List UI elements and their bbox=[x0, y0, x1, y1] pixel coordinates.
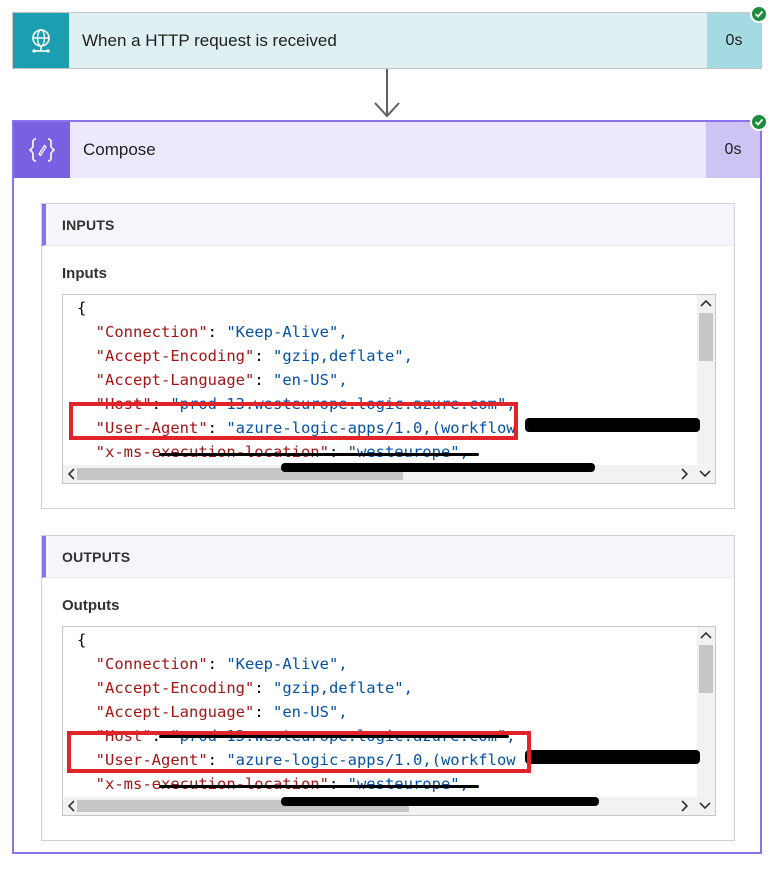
compose-card: Compose 0s INPUTS Inputs { "Connection":… bbox=[12, 120, 762, 854]
json-key: "x-ms-execution-location" bbox=[95, 443, 329, 461]
flow-arrow-icon bbox=[374, 69, 400, 118]
scroll-down-icon[interactable] bbox=[697, 797, 713, 815]
code-line: "Accept-Encoding": "gzip,deflate", bbox=[95, 679, 413, 697]
json-key: "x-ms-execution-location" bbox=[95, 775, 329, 793]
json-value: "gzip,deflate", bbox=[272, 347, 413, 365]
json-key: "Accept-Language" bbox=[95, 703, 255, 721]
code-line: "Connection": "Keep-Alive", bbox=[95, 323, 348, 341]
success-check-icon bbox=[750, 113, 768, 131]
outputs-code-box[interactable]: { "Connection": "Keep-Alive", "Accept-En… bbox=[62, 626, 716, 816]
json-key: "Accept-Encoding" bbox=[95, 347, 255, 365]
vertical-scrollbar[interactable] bbox=[697, 295, 715, 465]
code-line: { bbox=[77, 628, 697, 652]
redaction-bar bbox=[281, 797, 599, 806]
compose-duration: 0s bbox=[706, 122, 760, 178]
inputs-label: Inputs bbox=[62, 265, 107, 282]
scroll-up-icon[interactable] bbox=[697, 627, 715, 643]
outputs-header[interactable]: OUTPUTS bbox=[42, 536, 734, 578]
vertical-scrollbar[interactable] bbox=[697, 627, 715, 797]
trigger-title: When a HTTP request is received bbox=[82, 30, 337, 50]
json-key: "Accept-Language" bbox=[95, 371, 255, 389]
inputs-header[interactable]: INPUTS bbox=[42, 204, 734, 246]
redaction-bar bbox=[159, 453, 479, 456]
outputs-section: OUTPUTS Outputs { "Connection": "Keep-Al… bbox=[41, 535, 735, 841]
json-value: "westeurope", bbox=[347, 775, 469, 793]
vertical-scroll-thumb[interactable] bbox=[699, 645, 713, 693]
inputs-section: INPUTS Inputs { "Connection": "Keep-Aliv… bbox=[41, 203, 735, 509]
scroll-up-icon[interactable] bbox=[697, 295, 715, 311]
outputs-label: Outputs bbox=[62, 597, 120, 614]
json-value: "gzip,deflate", bbox=[272, 679, 413, 697]
redaction-bar bbox=[159, 785, 479, 788]
json-value: "en-US", bbox=[272, 703, 348, 721]
code-line: "Connection": "Keep-Alive", bbox=[95, 655, 348, 673]
redaction-bar bbox=[525, 750, 700, 764]
json-value: "Keep-Alive", bbox=[226, 323, 348, 341]
json-key: "Connection" bbox=[95, 655, 208, 673]
code-line: "Accept-Encoding": "gzip,deflate", bbox=[95, 347, 413, 365]
curly-braces-icon bbox=[14, 122, 70, 178]
code-line: { bbox=[77, 296, 697, 320]
inputs-code-box[interactable]: { "Connection": "Keep-Alive", "Accept-En… bbox=[62, 294, 716, 484]
scroll-right-icon[interactable] bbox=[677, 797, 693, 815]
redaction-bar bbox=[281, 463, 595, 472]
code-brace: { bbox=[77, 631, 87, 649]
scroll-down-icon[interactable] bbox=[697, 465, 713, 483]
compose-title: Compose bbox=[83, 140, 156, 159]
globe-icon bbox=[13, 13, 69, 68]
scroll-right-icon[interactable] bbox=[677, 465, 693, 483]
code-line: "x-ms-execution-location": "westeurope", bbox=[95, 775, 469, 793]
http-trigger-card[interactable]: When a HTTP request is received 0s bbox=[12, 12, 762, 69]
json-key: "Connection" bbox=[95, 323, 208, 341]
json-key: "Accept-Encoding" bbox=[95, 679, 255, 697]
code-line: "Accept-Language": "en-US", bbox=[95, 371, 348, 389]
success-check-icon bbox=[750, 5, 768, 23]
json-value: "Keep-Alive", bbox=[226, 655, 348, 673]
user-agent-highlight bbox=[67, 731, 531, 773]
vertical-scroll-thumb[interactable] bbox=[699, 313, 713, 361]
compose-header[interactable]: Compose 0s bbox=[14, 122, 760, 178]
code-line: "x-ms-execution-location": "westeurope", bbox=[95, 443, 469, 461]
code-brace: { bbox=[77, 299, 87, 317]
user-agent-highlight bbox=[69, 402, 518, 440]
json-value: "en-US", bbox=[272, 371, 348, 389]
code-line: "Accept-Language": "en-US", bbox=[95, 703, 348, 721]
redaction-bar bbox=[525, 418, 700, 432]
json-value: "westeurope", bbox=[347, 443, 469, 461]
